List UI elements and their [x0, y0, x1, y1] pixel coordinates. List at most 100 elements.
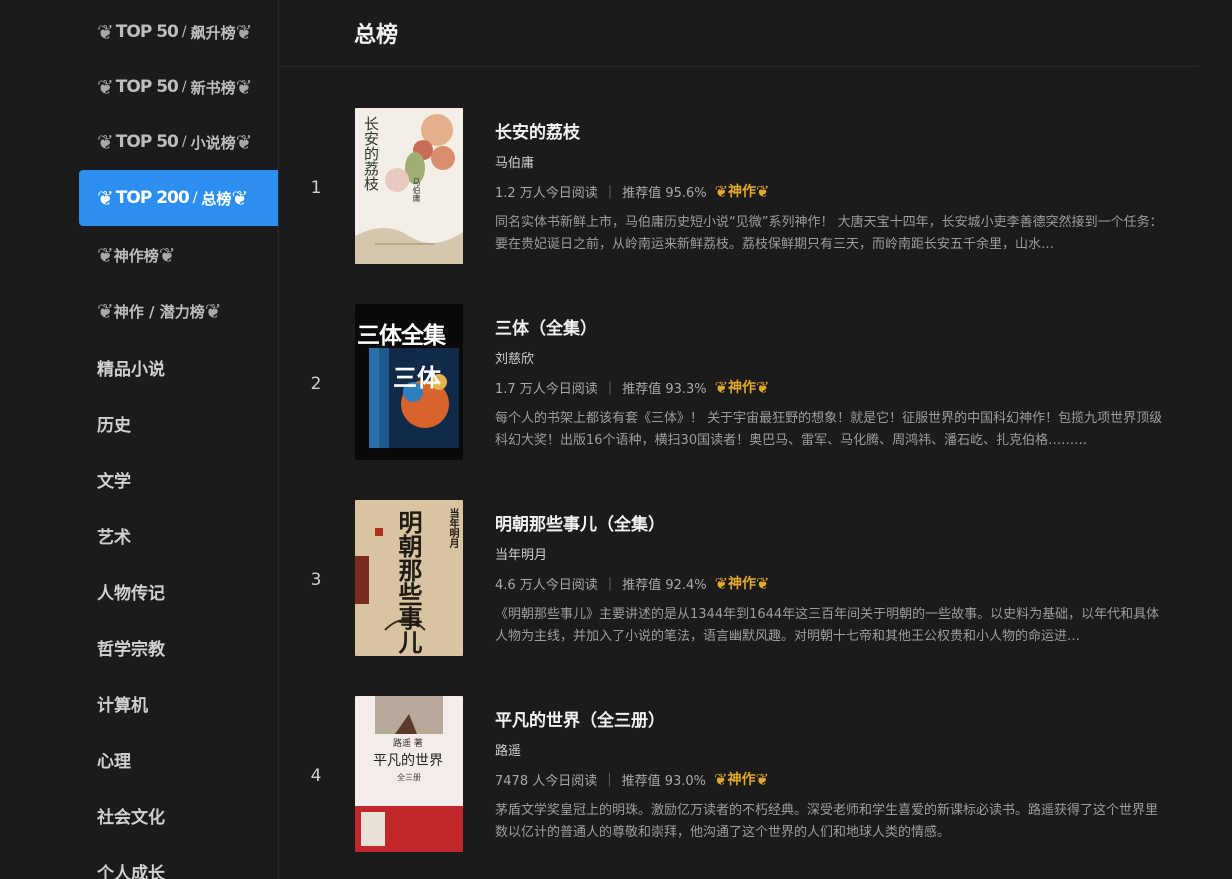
laurel-right-icon: ❦ — [756, 573, 770, 593]
laurel-right-icon: ❦ — [756, 181, 770, 201]
sidebar-item-psychology[interactable]: 心理 — [79, 731, 278, 787]
laurel-left-icon: ❦ — [714, 573, 729, 593]
badge-top-text: TOP 50 — [115, 132, 179, 152]
badge-sub-label: 神作 / 潜力榜 — [113, 302, 205, 321]
book-author[interactable]: 刘慈欣 — [495, 348, 1175, 367]
book-description: 每个人的书架上都该有套《三体》！ 关于宇宙最狂野的想象！就是它！征服世界的中国科… — [495, 411, 1163, 448]
meta-separator: | — [607, 575, 613, 591]
book-cover[interactable]: 明朝那些事儿 当年明月 — [355, 500, 463, 656]
cover-sub-text: 三体 — [393, 364, 441, 392]
masterpiece-badge: ❦ 神作 ❦ — [715, 573, 770, 593]
sidebar-item-masterpiece[interactable]: ❦ 神作榜 ❦ — [79, 227, 278, 283]
sidebar-item-label: 精品小说 — [97, 359, 165, 380]
book-meta: 1.7 万人今日阅读 | 推荐值 93.3% ❦ 神作 ❦ — [495, 376, 1175, 398]
book-title[interactable]: 明朝那些事儿（全集） — [495, 510, 1175, 535]
sidebar-item-label: 心理 — [97, 751, 131, 772]
sidebar-item-computer[interactable]: 计算机 — [79, 675, 278, 731]
rank-badge: ❦ TOP 50 / 飙升榜 ❦ — [97, 22, 252, 43]
book-cover[interactable]: 路遥 著 平凡的世界 全三册 — [355, 696, 463, 852]
sidebar-item-masterpiece-potential[interactable]: ❦ 神作 / 潜力榜 ❦ — [79, 283, 278, 339]
laurel-left-icon: ❦ — [97, 299, 114, 323]
laurel-left-icon: ❦ — [97, 20, 114, 44]
cover-author-text: 路遥 著 — [393, 739, 423, 749]
sidebar-item-top50-novel[interactable]: ❦ TOP 50 / 小说榜 ❦ — [79, 114, 278, 170]
laurel-right-icon: ❦ — [235, 75, 253, 99]
rank-number: 3 — [310, 570, 322, 590]
book-list-item[interactable]: 2 三体全集 三体 三体（全集） 刘慈欣 1.7 万人今日阅读 | 推荐值 93… — [279, 304, 1199, 464]
recommend-rating: 推荐值 93.0% — [621, 773, 707, 789]
book-meta: 7478 人今日阅读 | 推荐值 93.0% ❦ 神作 ❦ — [495, 768, 1175, 790]
book-title[interactable]: 长安的荔枝 — [495, 118, 1175, 143]
badge-top-text: TOP 50 — [115, 77, 179, 97]
sidebar-item-label: 社会文化 — [97, 807, 165, 828]
book-title[interactable]: 三体（全集） — [495, 314, 1175, 339]
sidebar-item-literature[interactable]: 文学 — [79, 451, 278, 507]
sidebar-item-label: 艺术 — [97, 527, 131, 548]
laurel-right-icon: ❦ — [158, 243, 176, 267]
laurel-left-icon: ❦ — [714, 377, 729, 397]
cover-title-text: 长安的荔枝 — [362, 116, 380, 191]
book-author[interactable]: 马伯庸 — [495, 152, 1175, 171]
cover-title-text: 三体全集 — [357, 323, 446, 349]
book-meta: 1.2 万人今日阅读 | 推荐值 95.6% ❦ 神作 ❦ — [495, 180, 1175, 202]
book-info: 平凡的世界（全三册） 路遥 7478 人今日阅读 | 推荐值 93.0% ❦ 神… — [495, 706, 1175, 844]
book-cover[interactable]: 长安的荔枝 马伯庸 — [355, 108, 463, 264]
badge-slash: / — [181, 24, 187, 40]
book-list-item[interactable]: 4 路遥 著 平凡的世界 全三册 平凡的世界（全三册） 路遥 7478 人今日阅… — [279, 696, 1199, 856]
masterpiece-badge: ❦ 神作 ❦ — [715, 181, 770, 201]
badge-sub-label: 飙升榜 — [190, 23, 236, 42]
book-info: 三体（全集） 刘慈欣 1.7 万人今日阅读 | 推荐值 93.3% ❦ 神作 ❦… — [495, 314, 1175, 452]
rank-badge: ❦ TOP 200 / 总榜 ❦ — [97, 188, 248, 209]
sidebar-item-art[interactable]: 艺术 — [79, 507, 278, 563]
laurel-right-icon: ❦ — [756, 377, 770, 397]
masterpiece-label: 神作 — [728, 576, 757, 592]
badge-sub-label: 新书榜 — [190, 78, 236, 97]
rank-number: 1 — [310, 178, 322, 198]
book-title[interactable]: 平凡的世界（全三册） — [495, 706, 1175, 731]
book-cover[interactable]: 三体全集 三体 — [355, 304, 463, 460]
sidebar-item-top200-overall[interactable]: ❦ TOP 200 / 总榜 ❦ — [79, 170, 278, 226]
book-author[interactable]: 路遥 — [495, 740, 1175, 759]
book-author[interactable]: 当年明月 — [495, 544, 1175, 563]
sidebar-item-top50-soaring[interactable]: ❦ TOP 50 / 飙升榜 ❦ — [79, 4, 278, 60]
meta-separator: | — [607, 183, 613, 199]
rank-badge: ❦ 神作 / 潜力榜 ❦ — [97, 301, 221, 322]
laurel-left-icon: ❦ — [714, 769, 728, 789]
sidebar-item-label: 历史 — [97, 415, 131, 436]
rank-number: 2 — [310, 374, 322, 394]
badge-sub-label: 小说榜 — [190, 133, 236, 152]
masterpiece-label: 神作 — [728, 380, 757, 396]
readers-count: 1.7 万人今日阅读 — [495, 381, 598, 397]
book-meta: 4.6 万人今日阅读 | 推荐值 92.4% ❦ 神作 ❦ — [495, 572, 1175, 594]
badge-slash: / — [192, 190, 198, 206]
book-list-item[interactable]: 1 长安的荔枝 马伯庸 长安的荔枝 马伯庸 1.2 万人今日阅读 | 推荐值 9… — [279, 108, 1199, 268]
sidebar-item-history[interactable]: 历史 — [79, 395, 278, 451]
cover-author-text: 当年明月 — [447, 508, 458, 548]
rank-badge: ❦ TOP 50 / 新书榜 ❦ — [97, 77, 252, 98]
recommend-rating: 推荐值 92.4% — [622, 577, 707, 593]
sidebar-item-biography[interactable]: 人物传记 — [79, 563, 278, 619]
sidebar-item-society[interactable]: 社会文化 — [79, 787, 278, 843]
masterpiece-label: 神作 — [728, 184, 757, 200]
laurel-right-icon: ❦ — [235, 20, 253, 44]
badge-slash: / — [181, 134, 187, 150]
sidebar-item-label: 文学 — [97, 471, 131, 492]
sidebar: ❦ TOP 50 / 飙升榜 ❦ ❦ TOP 50 / 新书榜 ❦ ❦ TOP … — [0, 0, 279, 879]
book-list-item[interactable]: 3 明朝那些事儿 当年明月 明朝那些事儿（全集） 当年明月 4.6 万人今日阅读… — [279, 500, 1199, 660]
readers-count: 7478 人今日阅读 — [495, 773, 598, 789]
book-description: 同名实体书新鲜上市，马伯庸历史短小说“见微”系列神作！ 大唐天宝十四年，长安城小… — [495, 215, 1163, 252]
badge-slash: / — [181, 79, 187, 95]
cover-title-text: 明朝那些事儿 — [394, 510, 423, 654]
sidebar-item-fine-novels[interactable]: 精品小说 — [79, 339, 278, 395]
sidebar-item-label: 人物传记 — [97, 583, 165, 604]
sidebar-item-top50-new[interactable]: ❦ TOP 50 / 新书榜 ❦ — [79, 59, 278, 115]
rank-number: 4 — [310, 766, 322, 786]
masterpiece-badge: ❦ 神作 ❦ — [715, 377, 770, 397]
laurel-right-icon: ❦ — [755, 769, 769, 789]
sidebar-item-growth[interactable]: 个人成长 — [79, 843, 278, 879]
sidebar-item-label: 哲学宗教 — [97, 639, 165, 660]
sidebar-item-philosophy[interactable]: 哲学宗教 — [79, 619, 278, 675]
masterpiece-label: 神作 — [727, 772, 756, 788]
laurel-left-icon: ❦ — [97, 243, 114, 267]
recommend-rating: 推荐值 93.3% — [622, 381, 707, 397]
